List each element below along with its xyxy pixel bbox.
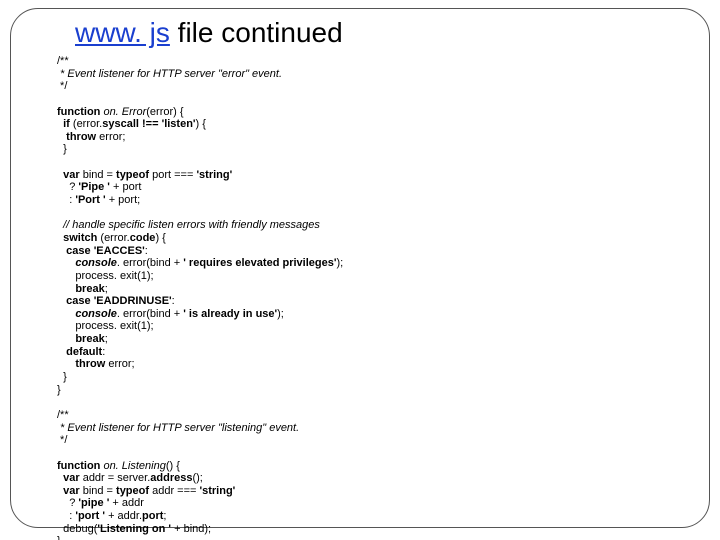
code-text: : — [102, 346, 105, 358]
code-text: . error(bind + — [117, 257, 183, 269]
kw-var: var — [57, 169, 80, 181]
code-text: : — [172, 295, 175, 307]
code-text: ) { — [196, 118, 206, 130]
comment-line: // handle specific listen errors with fr… — [57, 219, 320, 231]
str: 'Listening on ' — [97, 523, 171, 535]
code-text: addr = server. — [80, 472, 151, 484]
code-block: /** * Event listener for HTTP server "er… — [57, 55, 691, 540]
str: 'Pipe ' — [78, 181, 110, 193]
title-rest: file continued — [170, 17, 343, 48]
str: 'string' — [200, 485, 236, 497]
slide-frame: www. js file continued /** * Event liste… — [10, 8, 710, 528]
code-text: (error. — [70, 118, 102, 130]
code-text: () { — [166, 460, 180, 472]
kw-throw: throw — [57, 131, 96, 143]
code-text: ; — [105, 333, 108, 345]
code-text: address — [150, 472, 192, 484]
code-text: ? — [57, 181, 78, 193]
code-text: + addr — [109, 497, 144, 509]
kw-var: var — [57, 472, 80, 484]
kw-if: if — [57, 118, 70, 130]
code-text: ? — [57, 497, 78, 509]
code-text: ; — [163, 510, 166, 522]
kw-function: function — [57, 106, 100, 118]
kw-break: break — [57, 283, 105, 295]
str: 'string' — [196, 169, 232, 181]
fn-name: on. Error — [100, 106, 146, 118]
kw-case: case 'EACCES' — [57, 245, 145, 257]
code-text: . error(bind + — [117, 308, 183, 320]
str: ' requires elevated privileges' — [183, 257, 336, 269]
str: 'pipe ' — [78, 497, 109, 509]
code-text: (); — [192, 472, 202, 484]
code-text: } — [57, 371, 67, 383]
str: 'port ' — [75, 510, 105, 522]
comment-line: * Event listener for HTTP server "listen… — [57, 422, 299, 434]
console: console — [57, 308, 117, 320]
code-text: ; — [105, 283, 108, 295]
code-text: process. exit(1); — [57, 320, 154, 332]
kw-default: default — [57, 346, 102, 358]
comment-line: */ — [57, 434, 67, 446]
kw-throw: throw — [57, 358, 105, 370]
code-text: process. exit(1); — [57, 270, 154, 282]
code-text: + bind); — [171, 523, 211, 535]
code-text: (error. — [97, 232, 129, 244]
code-text: + port — [110, 181, 142, 193]
kw-switch: switch — [57, 232, 97, 244]
code-text: code — [130, 232, 156, 244]
kw-break: break — [57, 333, 105, 345]
code-text: : — [57, 510, 75, 522]
kw-var: var — [57, 485, 80, 497]
code-text: error; — [105, 358, 134, 370]
code-text: (error) { — [146, 106, 183, 118]
code-text: } — [57, 143, 67, 155]
code-text: : — [57, 194, 75, 206]
slide-title: www. js file continued — [75, 17, 691, 49]
code-text: ) { — [155, 232, 165, 244]
kw-case: case 'EADDRINUSE' — [57, 295, 172, 307]
code-text: port — [142, 510, 163, 522]
code-text: ); — [277, 308, 284, 320]
comment-line: * Event listener for HTTP server "error"… — [57, 68, 282, 80]
code-text: + addr. — [105, 510, 142, 522]
comment-line: */ — [57, 80, 67, 92]
kw-typeof: typeof — [116, 169, 149, 181]
code-text: addr === — [149, 485, 199, 497]
code-text: + port; — [106, 194, 141, 206]
comment-line: /** — [57, 409, 69, 421]
console: console — [57, 257, 117, 269]
code-text: : — [145, 245, 148, 257]
fn-name: on. Listening — [100, 460, 165, 472]
code-text: ); — [336, 257, 343, 269]
code-text: error; — [96, 131, 125, 143]
code-text: } — [57, 384, 61, 396]
code-text: bind = — [80, 485, 116, 497]
str: 'Port ' — [75, 194, 105, 206]
code-text: syscall !== 'listen' — [102, 118, 195, 130]
kw-typeof: typeof — [116, 485, 149, 497]
comment-line: /** — [57, 55, 69, 67]
code-text: port === — [149, 169, 196, 181]
code-text: bind = — [80, 169, 116, 181]
code-text: } — [57, 535, 61, 540]
str: ' is already in use' — [183, 308, 277, 320]
title-link[interactable]: www. js — [75, 17, 170, 48]
kw-function: function — [57, 460, 100, 472]
code-text: debug( — [57, 523, 97, 535]
